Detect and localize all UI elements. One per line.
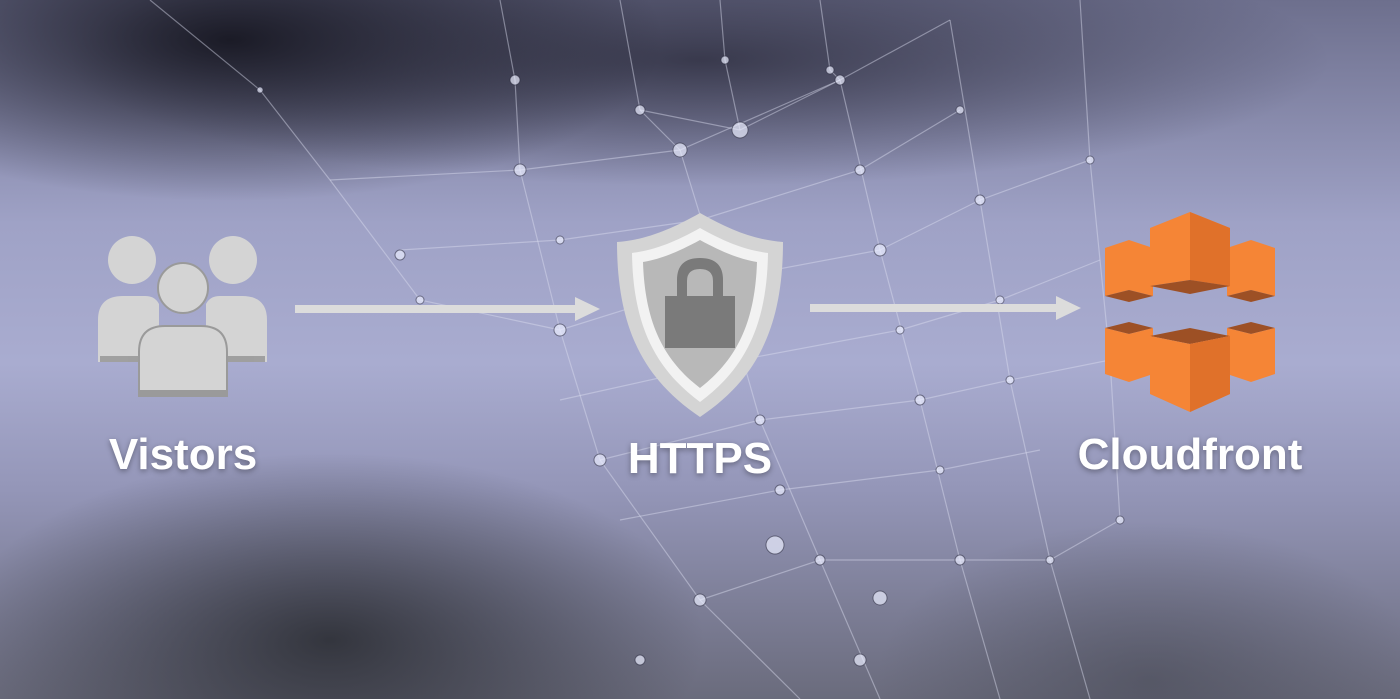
aws-cloudfront-icon (1105, 212, 1275, 412)
cloudfront-node (1105, 210, 1275, 415)
shield-lock-icon (617, 213, 783, 417)
https-label: HTTPS (627, 434, 773, 483)
cloudfront-label: Cloudfront (1077, 430, 1303, 479)
arrow-https-to-cloudfront (810, 296, 1081, 320)
arrow-visitors-to-https (295, 297, 600, 321)
visitors-label: Vistors (108, 430, 258, 479)
visitors-node (95, 230, 270, 400)
users-group-icon (98, 236, 267, 397)
https-node (615, 210, 785, 420)
